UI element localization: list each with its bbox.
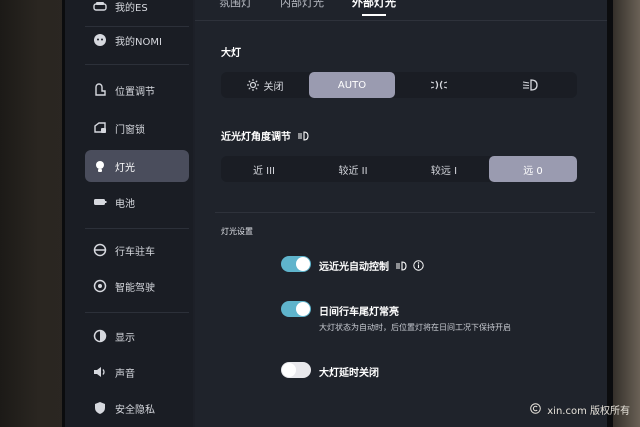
info-icon[interactable] — [413, 260, 424, 271]
shield-icon — [93, 401, 107, 415]
sidebar-item-my-nomi[interactable]: 我的NOMI — [85, 24, 189, 56]
sidebar-item-label: 智能驾驶 — [115, 282, 155, 294]
sidebar-item-smart-driving[interactable]: 智能驾驶 — [85, 270, 189, 302]
tabs-divider — [195, 20, 607, 21]
headlights-off-label: 关闭 — [263, 81, 284, 93]
sidebar-item-battery[interactable]: 电池 — [85, 186, 189, 218]
headlight-delay-off-toggle[interactable] — [281, 362, 311, 378]
tab-exterior-light[interactable]: 外部灯光 — [352, 0, 396, 16]
car-icon — [93, 0, 107, 13]
beam-angle-near-3[interactable]: 近 III — [221, 156, 307, 182]
sidebar-item-label: 安全隐私 — [115, 404, 155, 416]
sidebar-item-sound[interactable]: 声音 — [85, 356, 189, 388]
headlights-title: 大灯 — [221, 48, 241, 59]
seat-adjust-icon — [93, 83, 107, 97]
sidebar-item-label: 我的ES — [115, 2, 148, 14]
tab-ambient-light[interactable]: 氛围灯 — [219, 0, 252, 10]
section-divider — [215, 212, 595, 213]
sidebar-item-security-privacy[interactable]: 安全隐私 — [85, 392, 189, 424]
light-tabs: 氛围灯 内部灯光 外部灯光 — [219, 0, 396, 16]
sidebar-item-label: 电池 — [115, 198, 135, 210]
sidebar-item-label: 位置调节 — [115, 86, 155, 98]
beam-angle-near-2[interactable]: 较近 II — [307, 156, 399, 182]
headlights-mode-selector: 关闭 AUTO — [221, 72, 577, 98]
beam-angle-title: 近光灯角度调节 — [221, 132, 291, 143]
auto-high-beam-row: 远近光自动控制 — [319, 258, 424, 273]
low-beam-icon — [522, 79, 538, 91]
high-beam-icon — [395, 260, 407, 271]
speaker-icon — [93, 365, 107, 379]
copyright-icon — [530, 402, 542, 417]
beam-angle-far-1[interactable]: 较远 I — [399, 156, 489, 182]
sidebar-item-label: 灯光 — [115, 162, 135, 174]
toggle-knob — [296, 302, 310, 316]
beam-angle-selector: 近 III 较近 II 较远 I 远 0 — [221, 156, 577, 182]
sidebar-item-label: 行车驻车 — [115, 246, 155, 258]
beam-angle-far-0[interactable]: 远 0 — [489, 156, 577, 182]
steering-wheel-icon — [93, 243, 107, 257]
headlights-auto-button[interactable]: AUTO — [309, 72, 395, 98]
low-beam-button[interactable] — [483, 72, 577, 98]
daytime-tail-light-desc: 大灯状态为自动时，后位置灯将在日间工况下保持开启 — [319, 323, 511, 332]
sidebar-item-position[interactable]: 位置调节 — [85, 74, 189, 106]
door-lock-icon — [93, 121, 107, 135]
daytime-tail-light-toggle[interactable] — [281, 301, 311, 317]
toggle-knob — [282, 363, 296, 377]
sidebar-item-label: 声音 — [115, 368, 135, 380]
watermark: xin.com 版权所有 — [530, 402, 630, 417]
sidebar-item-label: 显示 — [115, 332, 135, 344]
parking-light-icon — [431, 79, 447, 91]
sidebar-divider — [85, 64, 189, 65]
lightbulb-icon — [93, 159, 107, 173]
watermark-text: xin.com 版权所有 — [547, 406, 630, 417]
headlight-delay-off-label: 大灯延时关闭 — [319, 368, 379, 379]
sun-icon — [246, 79, 259, 91]
nomi-face-icon — [93, 33, 107, 47]
sidebar-item-my-es[interactable]: 我的ES — [85, 0, 189, 22]
sidebar-item-door-lock[interactable]: 门窗锁 — [85, 112, 189, 144]
sidebar-item-lights[interactable]: 灯光 — [85, 150, 189, 182]
toggle-knob — [296, 257, 310, 271]
battery-icon — [93, 195, 107, 209]
display-icon — [93, 329, 107, 343]
parking-lights-button[interactable] — [395, 72, 483, 98]
light-settings-title: 灯光设置 — [221, 227, 253, 236]
car-frame — [610, 0, 640, 427]
auto-high-beam-toggle[interactable] — [281, 256, 311, 272]
sidebar-item-label: 我的NOMI — [115, 36, 162, 48]
auto-high-beam-label: 远近光自动控制 — [319, 262, 389, 273]
sidebar-item-label: 门窗锁 — [115, 124, 145, 136]
autopilot-icon — [93, 279, 107, 293]
settings-sidebar: 我的ES 我的NOMI 位置调节 门窗锁 灯光 电池 行车驻车 智能驾驶 显示 … — [65, 0, 193, 427]
headlight-level-icon — [297, 130, 309, 141]
sidebar-item-driving-parking[interactable]: 行车驻车 — [85, 234, 189, 266]
vehicle-display: 我的ES 我的NOMI 位置调节 门窗锁 灯光 电池 行车驻车 智能驾驶 显示 … — [62, 0, 613, 427]
sidebar-divider — [85, 312, 189, 313]
tab-interior-light[interactable]: 内部灯光 — [280, 0, 324, 10]
sidebar-item-display[interactable]: 显示 — [85, 320, 189, 352]
headlights-off-button[interactable]: 关闭 — [221, 72, 309, 98]
daytime-tail-light-label: 日间行车尾灯常亮 — [319, 307, 399, 318]
exterior-lights-panel: 氛围灯 内部灯光 外部灯光 大灯 关闭 AUTO 近光灯角度调节 近 III 较… — [195, 0, 607, 427]
beam-angle-title-row: 近光灯角度调节 — [221, 128, 309, 143]
sidebar-divider — [85, 228, 189, 229]
